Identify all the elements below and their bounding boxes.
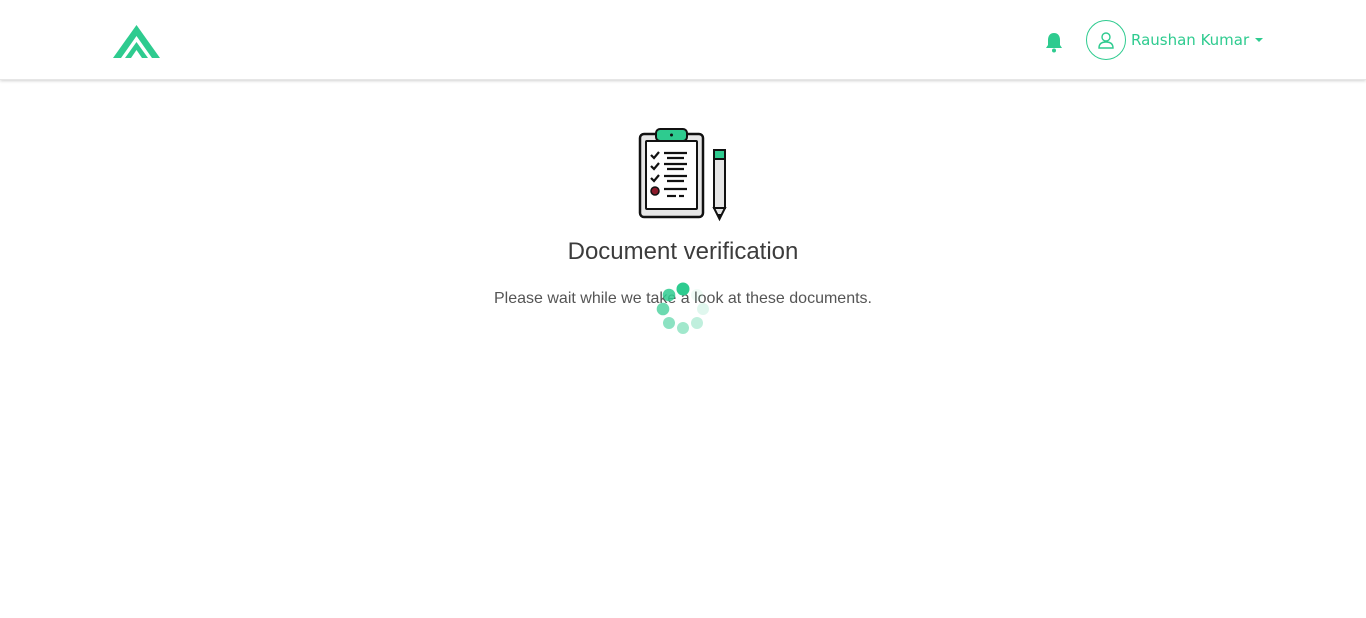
brand-logo-icon[interactable] bbox=[113, 25, 160, 58]
bell-icon[interactable] bbox=[1043, 31, 1065, 53]
page-title: Document verification bbox=[567, 238, 799, 265]
clipboard-checklist-icon bbox=[638, 128, 727, 222]
top-navbar: Raushan Kumar bbox=[0, 0, 1366, 80]
caret-down-icon[interactable] bbox=[1255, 38, 1264, 42]
user-outline-icon bbox=[1098, 32, 1114, 49]
avatar[interactable] bbox=[1086, 20, 1126, 60]
user-name[interactable]: Raushan Kumar bbox=[1131, 31, 1249, 49]
user-menu[interactable]: Raushan Kumar bbox=[1086, 20, 1264, 60]
spinner-dots-icon bbox=[656, 282, 709, 334]
